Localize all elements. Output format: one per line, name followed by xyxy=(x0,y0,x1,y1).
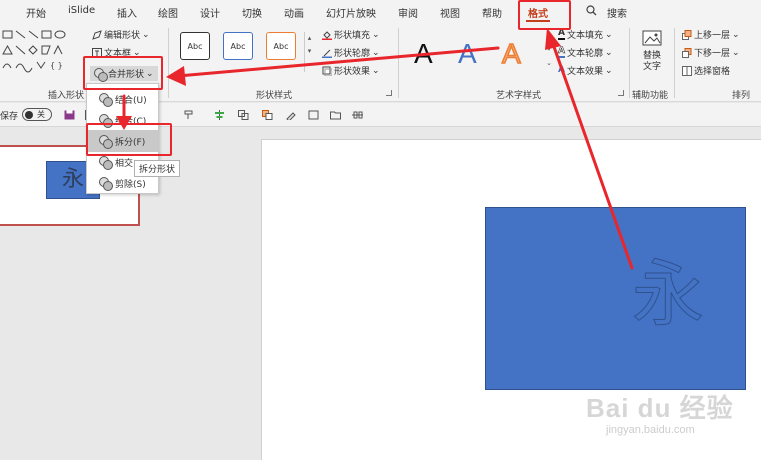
svg-text:{ }: { } xyxy=(50,61,63,70)
text-outline-button[interactable]: A 文本轮廓 ⌄ xyxy=(558,46,613,59)
group-objects-icon[interactable] xyxy=(238,110,249,120)
arrange-objects-icon[interactable] xyxy=(262,110,273,120)
wordart-scroll[interactable]: ▴ ▾ ⌄ xyxy=(544,28,554,72)
insert-shapes-group-label: 插入形状 xyxy=(48,91,85,101)
wordart-styles-group-label: 艺术字样式 xyxy=(496,91,542,101)
group-separator xyxy=(398,28,399,98)
alt-text-button[interactable]: 替换 文字 xyxy=(640,30,664,84)
alt-text-icon xyxy=(642,30,662,46)
format-painter-icon[interactable] xyxy=(184,110,195,120)
annotation-box-merge-shapes xyxy=(83,56,163,90)
paint-bucket-icon xyxy=(322,30,332,40)
open-folder-icon[interactable] xyxy=(330,110,341,120)
ribbon-tab-bar: 开始 iSlide 插入 绘图 设计 切换 动画 幻灯片放映 审阅 视图 帮助 … xyxy=(0,0,761,24)
fragment-tooltip: 拆分形状 xyxy=(134,160,180,177)
bring-forward-icon xyxy=(682,29,692,40)
tab-transitions[interactable]: 切换 xyxy=(242,5,262,20)
tab-islide[interactable]: iSlide xyxy=(68,5,95,16)
baidu-watermark-logo: Bai du 经验 xyxy=(586,393,734,423)
tab-review[interactable]: 审阅 xyxy=(398,5,418,20)
send-backward-icon xyxy=(682,47,692,58)
group-separator xyxy=(629,28,630,98)
tab-slideshow[interactable]: 幻灯片放映 xyxy=(326,5,376,20)
baidu-watermark-url: jingyan.baidu.com xyxy=(606,424,695,436)
toggle-knob xyxy=(25,110,33,119)
union-icon xyxy=(99,93,113,107)
distribute-icon[interactable] xyxy=(352,110,363,120)
intersect-icon xyxy=(99,156,113,170)
annotation-box-fragment xyxy=(86,123,172,156)
bring-forward-button[interactable]: 上移一层 ⌄ xyxy=(682,28,740,41)
selection-pane-icon xyxy=(682,65,692,76)
text-effects-button[interactable]: A 文本效果 ⌄ xyxy=(558,64,613,78)
text-effects-icon: A xyxy=(558,65,565,75)
edit-shape-button[interactable]: 编辑形状 ⌄ xyxy=(92,28,150,41)
wordart-launcher-icon[interactable] xyxy=(618,90,624,96)
shape-style-swatch-1[interactable]: Abc xyxy=(180,32,210,60)
shape-styles-launcher-icon[interactable] xyxy=(386,90,392,96)
pen-icon xyxy=(322,48,332,58)
tab-draw[interactable]: 绘图 xyxy=(158,5,178,20)
shape-style-swatch-2[interactable]: Abc xyxy=(223,32,253,60)
shapes-gallery-icon[interactable]: { } xyxy=(2,28,80,80)
shape-style-swatch-3[interactable]: Abc xyxy=(266,32,296,60)
brush-icon[interactable] xyxy=(286,110,297,120)
shape-fill-button[interactable]: 形状填充 ⌄ xyxy=(322,28,380,41)
shape-styles-scroll[interactable]: ▴ ▾ ⌄ xyxy=(304,32,314,72)
search-icon[interactable] xyxy=(586,5,597,19)
send-backward-button[interactable]: 下移一层 ⌄ xyxy=(682,46,740,59)
tab-design[interactable]: 设计 xyxy=(200,5,220,20)
menu-item-union[interactable]: 结合(U) xyxy=(87,88,158,110)
accessibility-group-label: 辅助功能 xyxy=(632,91,669,101)
text-outline-icon: A xyxy=(558,46,565,58)
edit-shape-icon xyxy=(92,29,102,40)
group-separator xyxy=(168,28,169,98)
selection-pane-button[interactable]: 选择窗格 xyxy=(682,64,730,77)
autosave-toggle[interactable]: 关 xyxy=(22,108,52,121)
arrange-group-label: 排列 xyxy=(732,91,751,101)
tab-animations[interactable]: 动画 xyxy=(284,5,304,20)
slide-shape-character[interactable]: 永 xyxy=(631,258,704,331)
group-separator xyxy=(674,28,675,98)
text-fill-icon: A xyxy=(558,28,565,40)
clipboard-icon[interactable] xyxy=(308,110,319,120)
shape-effects-button[interactable]: 形状效果 ⌄ xyxy=(322,64,380,77)
save-icon[interactable] xyxy=(64,110,75,120)
search-label[interactable]: 搜索 xyxy=(607,5,627,20)
tab-view[interactable]: 视图 xyxy=(440,5,460,20)
wordart-style-black[interactable]: A xyxy=(414,38,433,70)
tab-insert[interactable]: 插入 xyxy=(117,5,137,20)
shape-effects-icon xyxy=(322,66,333,76)
wordart-style-blue[interactable]: A xyxy=(458,38,477,70)
subtract-icon xyxy=(99,177,113,191)
autosave-label: 保存 xyxy=(0,112,19,122)
tab-home[interactable]: 开始 xyxy=(26,5,46,20)
align-icon[interactable] xyxy=(214,110,225,120)
wordart-style-orange[interactable]: A xyxy=(501,37,521,70)
annotation-box-format-tab xyxy=(518,0,571,30)
tab-help[interactable]: 帮助 xyxy=(482,5,502,20)
shape-styles-group-label: 形状样式 xyxy=(256,91,293,101)
shape-outline-button[interactable]: 形状轮廓 ⌄ xyxy=(322,46,380,59)
slide-rectangle-shape[interactable]: 永 xyxy=(485,207,746,390)
